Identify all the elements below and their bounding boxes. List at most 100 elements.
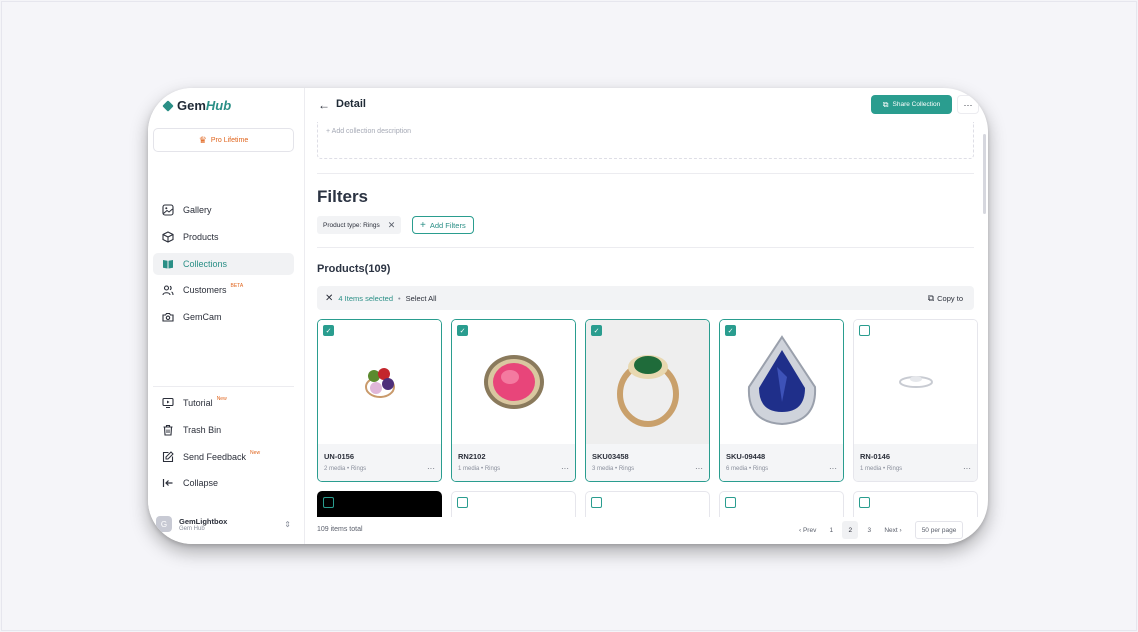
product-type: Rings [484, 466, 501, 472]
copy-to-button[interactable]: ⧉ Copy to [928, 293, 963, 304]
sidebar-nav: Gallery Products Collections Customers B… [153, 199, 294, 333]
sidebar-item-label: Collections [183, 258, 228, 269]
back-arrow-icon[interactable]: ← [318, 98, 330, 112]
close-icon[interactable]: ✕ [388, 220, 396, 231]
checkbox-unchecked[interactable] [725, 497, 736, 508]
pagination: ‹ Prev 1 2 3 Next › 50 per page [795, 521, 964, 539]
product-card[interactable]: ✓ UN-0156 2 media • Rings ··· [317, 319, 442, 482]
separator-dot: • [398, 293, 401, 303]
product-card[interactable]: ✓ SKU03458 3 media • Rings ··· [585, 319, 710, 482]
product-card[interactable]: ✓ RN2102 1 media • Rings ··· [451, 319, 576, 482]
clear-selection-icon[interactable]: ✕ [325, 293, 333, 304]
product-meta: 1 media • Rings [860, 466, 902, 472]
product-sku: RN2102 [458, 452, 486, 461]
checkbox-unchecked[interactable] [591, 497, 602, 508]
checkbox-unchecked[interactable] [323, 497, 334, 508]
add-filters-label: Add Filters [429, 220, 466, 230]
product-card[interactable]: RN-0146 1 media • Rings ··· [853, 319, 978, 482]
page-title: Detail [336, 98, 366, 110]
sidebar-item-customers[interactable]: Customers BETA [153, 279, 294, 301]
plus-icon: + [420, 219, 426, 231]
product-image [452, 320, 575, 444]
beta-badge: BETA [230, 283, 244, 290]
account-switcher[interactable]: G GemLightbox Gem Hub ⇕ [156, 514, 291, 534]
collection-description-field[interactable]: + Add collection description [317, 122, 974, 159]
brand-name-gem: Gem [177, 98, 206, 113]
app-window: Gem Hub ♛ Pro Lifetime Gallery Products C… [148, 88, 988, 544]
sidebar-item-products[interactable]: Products [153, 226, 294, 248]
avatar: G [156, 516, 172, 532]
card-more-button[interactable]: ··· [427, 464, 435, 473]
ring-icon [747, 335, 816, 426]
card-more-button[interactable]: ··· [829, 464, 837, 473]
checkbox-checked[interactable]: ✓ [323, 325, 334, 336]
account-name: GemLightbox [179, 516, 228, 526]
sidebar-item-collections[interactable]: Collections [153, 252, 294, 275]
selected-count: 4 Items selected [338, 293, 393, 303]
sidebar-item-label: Tutorial [183, 398, 213, 408]
card-more-button[interactable]: ··· [561, 464, 569, 473]
checkbox-unchecked[interactable] [859, 325, 870, 336]
account-sub: Gem Hub [179, 525, 205, 532]
checkbox-checked[interactable]: ✓ [457, 325, 468, 336]
page-button[interactable]: 3 [861, 521, 877, 539]
checkbox-checked[interactable]: ✓ [725, 325, 736, 336]
external-link-icon: ⧉ [882, 99, 889, 109]
sidebar-item-gemcam[interactable]: GemCam [153, 306, 294, 328]
feedback-icon [162, 450, 174, 463]
filter-chip-product-type: Product type: Rings ✕ [317, 216, 402, 234]
sidebar-item-trash-bin[interactable]: Trash Bin [153, 419, 294, 441]
product-sku: UN-0156 [324, 452, 355, 461]
product-info: SKU-09448 6 media • Rings ··· [720, 444, 843, 481]
camera-icon [162, 311, 174, 323]
image-icon [162, 204, 174, 216]
more-options-button[interactable]: ··· [957, 95, 979, 114]
per-page-select[interactable]: 50 per page [914, 521, 964, 539]
next-page-button[interactable]: Next › [880, 521, 905, 539]
checkbox-unchecked[interactable] [457, 497, 468, 508]
page-button[interactable]: 1 [823, 521, 839, 539]
checkbox-checked[interactable]: ✓ [591, 325, 602, 336]
meta-dot: • [347, 466, 350, 472]
product-info: RN2102 1 media • Rings ··· [452, 444, 575, 481]
share-collection-button[interactable]: ⧉ Share Collection [871, 95, 952, 114]
select-all-link[interactable]: Select All [406, 294, 437, 303]
sidebar-item-collapse[interactable]: Collapse [153, 472, 294, 494]
prev-page-button[interactable]: ‹ Prev [795, 521, 820, 539]
box-icon [162, 231, 174, 243]
product-info: UN-0156 2 media • Rings ··· [318, 444, 441, 481]
product-meta: 3 media • Rings [592, 466, 634, 472]
card-more-button[interactable]: ··· [695, 464, 703, 473]
card-more-button[interactable]: ··· [963, 464, 971, 473]
product-image [720, 320, 843, 444]
copy-to-label: Copy to [937, 293, 963, 303]
divider [317, 173, 974, 174]
sidebar-item-label: Trash Bin [183, 424, 222, 435]
logo-mark-icon [162, 99, 174, 112]
product-card[interactable]: ✓ SKU-09448 6 media • Rings ··· [719, 319, 844, 482]
sidebar-item-gallery[interactable]: Gallery [153, 199, 294, 221]
media-count: 1 media [458, 466, 480, 472]
product-image [854, 320, 977, 444]
copy-icon: ⧉ [927, 292, 935, 303]
sidebar-item-label: Send Feedback [183, 451, 247, 462]
meta-dot: • [883, 466, 886, 472]
new-badge: New [216, 396, 227, 402]
media-count: 1 media [860, 466, 882, 472]
media-count: 6 media [726, 466, 748, 472]
product-type: Rings [752, 466, 769, 472]
media-count: 3 media [592, 466, 614, 472]
checkbox-unchecked[interactable] [859, 497, 870, 508]
pagination-footer: 109 items total ‹ Prev 1 2 3 Next › 50 p… [305, 517, 988, 544]
sidebar-item-label: Customers [183, 285, 227, 296]
sidebar-item-send-feedback[interactable]: Send Feedback New [153, 446, 294, 468]
page-button-current[interactable]: 2 [842, 521, 859, 539]
new-badge: New [250, 449, 261, 456]
sidebar-item-tutorial[interactable]: Tutorial New [153, 392, 294, 414]
pro-plan-button[interactable]: ♛ Pro Lifetime [153, 128, 294, 152]
filter-chip-label: Product type: Rings [323, 221, 380, 229]
add-filters-button[interactable]: + Add Filters [412, 216, 474, 234]
brand-logo[interactable]: Gem Hub [162, 98, 231, 113]
sidebar-bottom-nav: Tutorial New Trash Bin Send Feedback New… [153, 392, 294, 499]
scrollbar[interactable] [983, 134, 986, 214]
